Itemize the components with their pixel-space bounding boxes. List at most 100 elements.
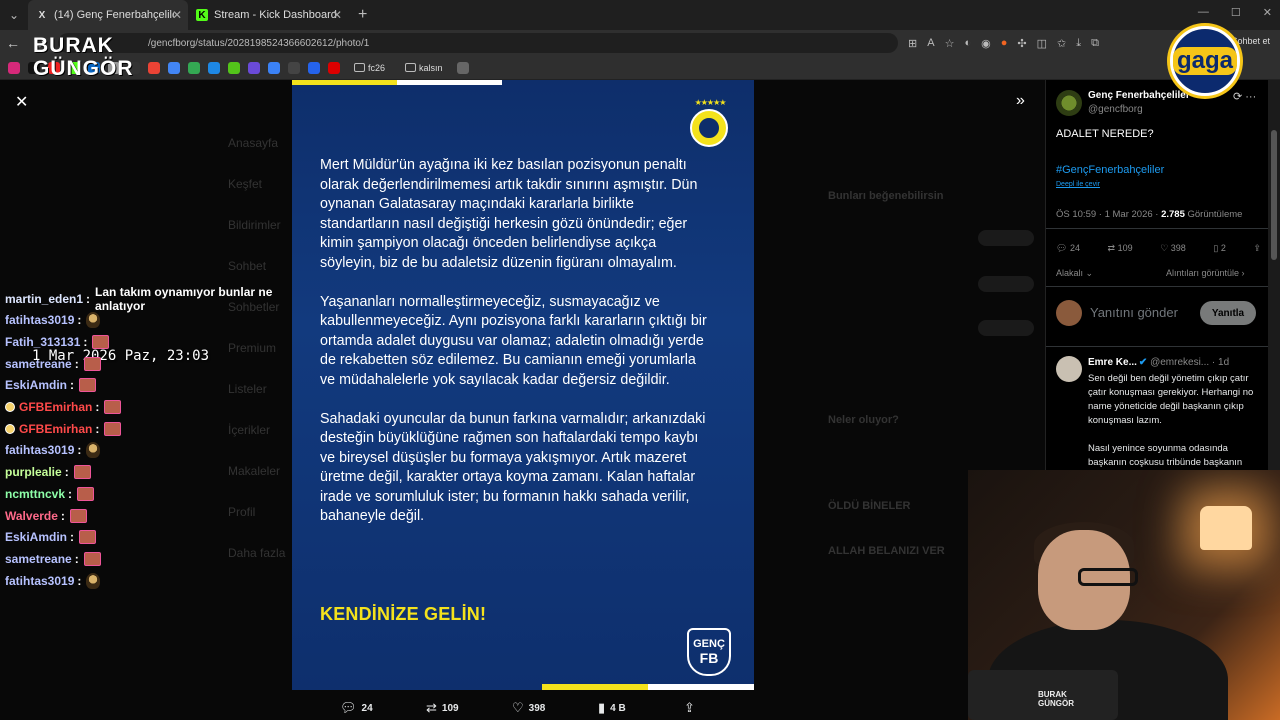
app-icon[interactable] xyxy=(268,61,280,74)
background-nav-item: Sohbet xyxy=(228,259,267,273)
extension-icon[interactable]: ● xyxy=(1001,37,1008,50)
chat-emote-icon xyxy=(69,508,87,523)
tab-kick-dashboard[interactable]: K Stream - Kick Dashboard ✕ xyxy=(188,0,348,30)
tab-list-dropdown-icon[interactable]: ⌄ xyxy=(0,0,28,30)
apps-icon[interactable]: ⊞ xyxy=(908,37,917,50)
chat-separator: : xyxy=(77,443,82,458)
author-name[interactable]: Genç Fenerbahçeliler ✔ xyxy=(1088,90,1200,101)
viewer-actions-bar: 💬︎ 24 ⇄ 109 ♡ 398 ▮ 4 B ⇪ xyxy=(340,698,720,718)
like-button[interactable]: ♡ 398 xyxy=(512,700,598,716)
docs-icon[interactable] xyxy=(168,61,180,74)
bookmark-folder[interactable]: fc26 xyxy=(354,63,385,73)
download-icon[interactable]: ⤓ xyxy=(1076,37,1081,50)
chat-username[interactable]: EskiAmdin xyxy=(5,378,67,392)
bookmark-button[interactable]: ▯ 2 xyxy=(1213,243,1225,254)
chat-username[interactable]: Walverde xyxy=(5,509,58,523)
chat-username[interactable]: martin_eden1 xyxy=(5,292,83,306)
chat-message: EskiAmdin: xyxy=(5,527,97,548)
view-quotes-link[interactable]: Alıntıları görüntüle › xyxy=(1166,268,1245,278)
instagram-icon[interactable] xyxy=(8,61,20,74)
chat-emote-icon xyxy=(104,400,122,414)
glasses-icon xyxy=(1078,568,1138,586)
favorite-star-icon[interactable]: ☆ xyxy=(945,37,955,50)
like-button[interactable]: ♡ 398 xyxy=(1160,243,1186,254)
share-icon[interactable]: ⇪ xyxy=(1253,243,1261,254)
gmail-icon[interactable] xyxy=(148,61,160,74)
chat-emote-icon xyxy=(83,356,101,371)
close-icon[interactable]: ✕ xyxy=(15,92,28,112)
app-icon[interactable] xyxy=(288,61,300,74)
back-icon[interactable]: ← xyxy=(0,35,26,51)
read-aloud-icon[interactable]: A xyxy=(927,37,934,50)
chat-username[interactable]: EskiAmdin xyxy=(5,530,67,544)
collections-icon[interactable]: ⧉ xyxy=(1091,37,1099,50)
background-nav-item: Bildirimler xyxy=(228,218,281,232)
background-heading: ÖLDÜ BİNELER xyxy=(828,500,911,512)
chat-username[interactable]: fatihtas3019 xyxy=(5,443,74,457)
author-handle[interactable]: @gencfborg xyxy=(1088,104,1143,115)
extension-icon[interactable]: ◐ xyxy=(964,37,971,50)
puzzle-icon[interactable]: ✣ xyxy=(1017,37,1026,50)
divider xyxy=(1046,346,1269,347)
app-icon[interactable] xyxy=(328,61,340,74)
views-icon: ▮ xyxy=(598,700,606,715)
scrollbar-thumb[interactable] xyxy=(1271,130,1277,260)
reply-input[interactable]: Yanıtını gönder xyxy=(1090,305,1178,320)
chat-username[interactable]: ncmttncvk xyxy=(5,487,65,501)
new-tab-icon[interactable]: + xyxy=(348,6,377,24)
bookmark-folder[interactable]: kalsın xyxy=(405,63,443,73)
repost-button[interactable]: ⇄ 109 xyxy=(426,700,512,716)
tab-close-icon[interactable]: ✕ xyxy=(172,8,182,22)
background-nav-item: Keşfet xyxy=(228,177,263,191)
tab-x-post[interactable]: X (14) Genç Fenerbahçeliler (@genc ✕ xyxy=(28,0,188,30)
chat-emote-icon xyxy=(83,551,101,566)
app-icon[interactable] xyxy=(308,61,320,74)
repost-button[interactable]: ⇄ 109 xyxy=(1108,243,1133,254)
views-button[interactable]: ▮ 4 B xyxy=(598,700,684,716)
app-icon[interactable] xyxy=(456,61,469,74)
chat-message: GFBEmirhan: xyxy=(5,418,122,439)
minimize-icon[interactable]: — xyxy=(1198,6,1209,19)
comment-author[interactable]: Emre Ke... ✔ @emrekesi... · 1d xyxy=(1088,357,1229,368)
chat-username[interactable]: GFBEmirhan xyxy=(19,422,92,436)
maximize-icon[interactable]: ☐ xyxy=(1231,6,1241,19)
camera-icon[interactable]: ◉ xyxy=(981,37,991,50)
favorites-icon[interactable]: ✩ xyxy=(1057,37,1066,50)
chat-username[interactable]: GFBEmirhan xyxy=(19,400,92,414)
app-icon[interactable] xyxy=(228,61,240,74)
bookmarks-bar: fc26 kalsın xyxy=(0,56,1280,80)
avatar[interactable] xyxy=(1056,356,1082,382)
streamer-logo: BURAK GÜNGÖR xyxy=(33,34,133,82)
reply-count: 24 xyxy=(361,702,373,714)
split-screen-icon[interactable]: ◫ xyxy=(1037,37,1047,50)
chat-username[interactable]: fatihtas3019 xyxy=(5,574,74,588)
more-options-icon[interactable]: ⟳ ··· xyxy=(1233,90,1256,103)
sort-dropdown[interactable]: Alakalı ⌄ xyxy=(1056,268,1093,279)
hashtag-link[interactable]: #GençFenerbahçeliler xyxy=(1056,164,1164,176)
reply-button[interactable]: 💬︎ 24 xyxy=(1056,243,1080,254)
expand-panel-icon[interactable]: » xyxy=(1016,92,1025,110)
app-icon[interactable] xyxy=(248,61,260,74)
chat-label[interactable]: Sohbet et xyxy=(1231,36,1270,46)
url-field[interactable]: /gencfborg/status/2028198524366602612/ph… xyxy=(58,33,898,53)
chat-message: EskiAmdin: xyxy=(5,375,97,396)
gaga-logo: gaga xyxy=(1170,26,1240,96)
close-window-icon[interactable]: ✕ xyxy=(1263,6,1272,19)
tab-close-icon[interactable]: ✕ xyxy=(332,8,342,22)
chat-username[interactable]: sametreane xyxy=(5,552,72,566)
reply-button[interactable]: 💬︎ 24 xyxy=(340,700,426,716)
chat-username[interactable]: Fatih_313131 xyxy=(5,335,80,349)
background-heading: Neler oluyor? xyxy=(828,414,899,426)
app-icon[interactable] xyxy=(208,61,220,74)
reply-submit-button[interactable]: Yanıtla xyxy=(1200,301,1256,325)
chat-username[interactable]: fatihtas3019 xyxy=(5,313,74,327)
chat-username[interactable]: purplealie xyxy=(5,465,62,479)
chat-separator: : xyxy=(60,508,65,523)
share-button[interactable]: ⇪ xyxy=(684,700,714,716)
chat-username[interactable]: sametreane xyxy=(5,357,72,371)
drive-icon[interactable] xyxy=(188,61,200,74)
avatar[interactable] xyxy=(1056,90,1082,116)
translate-link[interactable]: Deepl ile çevir xyxy=(1056,181,1100,188)
chat-separator: : xyxy=(95,421,100,436)
divider xyxy=(1046,286,1269,287)
